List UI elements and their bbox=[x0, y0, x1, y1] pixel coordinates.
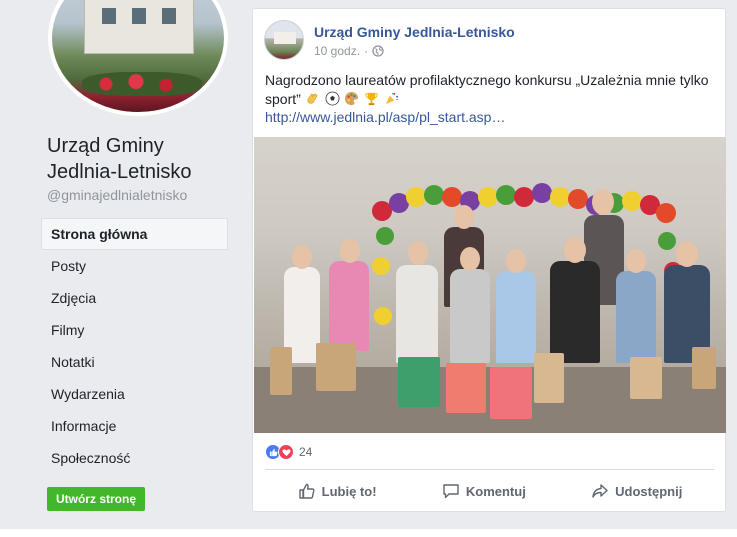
page-title[interactable]: Urząd Gminy Jedlnia-Letnisko bbox=[47, 133, 227, 185]
gift-bag-shape bbox=[692, 347, 716, 389]
nav-item-about[interactable]: Informacje bbox=[41, 410, 228, 442]
post-photo[interactable] bbox=[254, 137, 726, 433]
page-sidebar: Urząd Gminy Jedlnia-Letnisko @gminajedln… bbox=[0, 0, 238, 537]
feed-column: Urząd Gminy Jedlnia-Letnisko 10 godz. · … bbox=[238, 0, 737, 537]
post-card: Urząd Gminy Jedlnia-Letnisko 10 godz. · … bbox=[252, 8, 726, 512]
post-link[interactable]: http://www.jedlnia.pl/asp/pl_start.asp… bbox=[265, 109, 505, 125]
nav-item-community[interactable]: Społeczność bbox=[41, 442, 228, 474]
gift-bag-shape bbox=[490, 367, 532, 419]
page-nav: Strona główna Posty Zdjęcia Filmy Notatk… bbox=[41, 218, 228, 474]
post-body: Nagrodzono laureatów profilaktycznego ko… bbox=[265, 71, 720, 109]
party-popper-icon bbox=[386, 92, 399, 105]
balloon-shape bbox=[496, 185, 516, 205]
balloon-shape bbox=[376, 227, 394, 245]
gift-bag-shape bbox=[316, 343, 356, 391]
thumbs-up-icon bbox=[298, 482, 316, 500]
soccer-ball-icon bbox=[325, 91, 340, 106]
child-shape bbox=[396, 265, 438, 363]
child-head bbox=[506, 249, 526, 273]
balloon-shape bbox=[478, 187, 498, 207]
child-head bbox=[340, 239, 360, 263]
comment-icon bbox=[442, 482, 460, 500]
child-head bbox=[460, 247, 480, 271]
separator-dot: · bbox=[364, 44, 369, 58]
window-shape bbox=[132, 8, 146, 24]
child-shape bbox=[616, 271, 656, 363]
child-head bbox=[292, 245, 312, 269]
palette-icon bbox=[345, 91, 359, 106]
love-reaction-icon bbox=[278, 444, 294, 460]
child-shape bbox=[329, 261, 369, 351]
gift-bag-shape bbox=[270, 347, 292, 395]
trophy-icon bbox=[365, 92, 378, 106]
bottom-strip bbox=[0, 529, 737, 537]
balloon-shape bbox=[406, 187, 426, 207]
balloon-shape bbox=[442, 187, 462, 207]
balloon-shape bbox=[568, 189, 588, 209]
nav-item-events[interactable]: Wydarzenia bbox=[41, 378, 228, 410]
page-handle[interactable]: @gminajedlnialetnisko bbox=[47, 187, 187, 203]
divider bbox=[265, 469, 715, 470]
nav-item-notes[interactable]: Notatki bbox=[41, 346, 228, 378]
nav-item-photos[interactable]: Zdjęcia bbox=[41, 282, 228, 314]
post-emojis bbox=[305, 91, 401, 107]
share-button[interactable]: Udostępnij bbox=[591, 482, 682, 500]
gift-bag-shape bbox=[630, 357, 662, 399]
child-shape bbox=[550, 261, 600, 363]
balloon-shape bbox=[374, 307, 392, 325]
author-avatar[interactable] bbox=[264, 20, 304, 60]
building-shape bbox=[274, 32, 296, 44]
child-head bbox=[676, 241, 698, 267]
share-icon bbox=[591, 482, 609, 500]
child-shape bbox=[450, 269, 490, 363]
page-profile-picture[interactable] bbox=[48, 0, 228, 116]
balloon-shape bbox=[656, 203, 676, 223]
like-button[interactable]: Lubię to! bbox=[298, 482, 377, 500]
balloon-shape bbox=[622, 191, 642, 211]
nav-item-home[interactable]: Strona główna bbox=[41, 218, 228, 250]
share-label: Udostępnij bbox=[615, 483, 683, 499]
flowerbed-shape bbox=[82, 72, 202, 96]
gift-bag-shape bbox=[398, 357, 440, 407]
person-head bbox=[454, 205, 474, 229]
comment-button[interactable]: Komentuj bbox=[442, 482, 526, 500]
post-author[interactable]: Urząd Gminy Jedlnia-Letnisko bbox=[314, 24, 515, 40]
window-shape bbox=[162, 8, 176, 24]
reactions-bar[interactable]: 24 bbox=[265, 444, 312, 460]
nav-item-videos[interactable]: Filmy bbox=[41, 314, 228, 346]
gift-bag-shape bbox=[446, 363, 486, 413]
globe-icon[interactable] bbox=[372, 45, 384, 57]
comment-label: Komentuj bbox=[465, 483, 526, 499]
nav-item-posts[interactable]: Posty bbox=[41, 250, 228, 282]
post-actions: Lubię to! Komentuj Udostępnij bbox=[265, 471, 715, 511]
post-timestamp[interactable]: 10 godz. bbox=[314, 44, 360, 58]
child-head bbox=[626, 249, 646, 273]
clapping-hands-icon bbox=[307, 93, 318, 104]
profile-photo bbox=[52, 0, 224, 112]
child-head bbox=[564, 237, 586, 263]
like-label: Lubię to! bbox=[321, 483, 377, 499]
balloon-shape bbox=[424, 185, 444, 205]
balloon-shape bbox=[372, 257, 390, 275]
balloon-shape bbox=[532, 183, 552, 203]
window-shape bbox=[102, 8, 116, 24]
child-head bbox=[408, 241, 428, 265]
post-meta: 10 godz. · bbox=[314, 44, 384, 58]
balloon-shape bbox=[514, 187, 534, 207]
child-shape bbox=[496, 271, 536, 363]
gift-bag-shape bbox=[534, 353, 564, 403]
create-page-button[interactable]: Utwórz stronę bbox=[47, 487, 145, 511]
person-head bbox=[592, 189, 614, 215]
reaction-count[interactable]: 24 bbox=[299, 445, 312, 459]
balloon-shape bbox=[550, 187, 570, 207]
balloon-shape bbox=[658, 232, 676, 250]
